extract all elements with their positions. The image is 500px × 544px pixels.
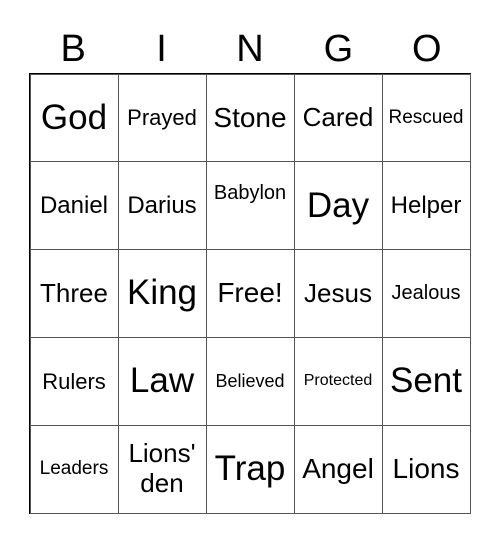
header-letter-o: O <box>411 28 442 70</box>
bingo-cell[interactable]: Day <box>293 161 383 251</box>
header-letter-i: I <box>156 28 167 70</box>
bingo-cell[interactable]: Protected <box>293 336 383 426</box>
header-letter-n: N <box>236 28 264 70</box>
header-letter-b: B <box>60 28 86 70</box>
bingo-cell[interactable]: King <box>117 249 207 338</box>
bingo-cell[interactable]: Angel <box>293 424 383 514</box>
bingo-cell[interactable]: Lions' den <box>117 424 207 514</box>
bingo-cell[interactable]: Sent <box>381 336 471 426</box>
bingo-cell[interactable]: Rulers <box>29 336 119 426</box>
bingo-cell[interactable]: Jealous <box>381 249 471 338</box>
bingo-cell[interactable]: Cared <box>293 73 383 163</box>
bingo-cell[interactable]: Lions <box>381 424 471 514</box>
bingo-cell[interactable]: God <box>29 73 119 163</box>
bingo-cell[interactable]: Trap <box>205 424 295 514</box>
bingo-cell[interactable]: Leaders <box>29 424 119 514</box>
bingo-grid: God Prayed Stone Cared Rescued Daniel Da… <box>29 73 471 514</box>
bingo-cell[interactable]: Daniel <box>29 161 119 251</box>
bingo-cell[interactable]: Babylon <box>205 161 295 251</box>
bingo-cell[interactable]: Helper <box>381 161 471 251</box>
bingo-cell[interactable]: Stone <box>205 73 295 163</box>
bingo-cell[interactable]: Prayed <box>117 73 207 163</box>
bingo-cell[interactable]: Rescued <box>381 73 471 163</box>
bingo-cell[interactable]: Jesus <box>293 249 383 338</box>
bingo-cell[interactable]: Free! <box>205 249 295 338</box>
header-letter-g: G <box>323 28 354 70</box>
bingo-cell[interactable]: Believed <box>205 336 295 426</box>
bingo-header: B I N G O <box>29 26 471 72</box>
bingo-cell[interactable]: Three <box>29 249 119 338</box>
bingo-cell[interactable]: Law <box>117 336 207 426</box>
bingo-cell[interactable]: Darius <box>117 161 207 251</box>
